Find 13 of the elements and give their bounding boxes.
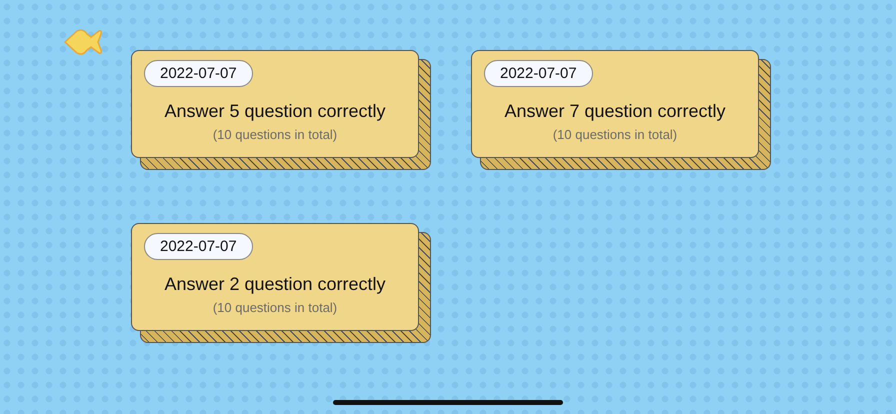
task-subtitle: (10 questions in total) [212, 127, 338, 142]
task-card[interactable]: 2022-07-07 Answer 2 question correctly (10 questions in total) [131, 223, 419, 331]
task-title: Answer 2 question correctly [164, 274, 386, 295]
task-title: Answer 5 question correctly [164, 101, 386, 122]
task-title: Answer 7 question correctly [504, 101, 726, 122]
task-card[interactable]: 2022-07-07 Answer 5 question correctly (10 questions in total) [131, 50, 419, 158]
date-tag: 2022-07-07 [144, 60, 253, 87]
task-subtitle: (10 questions in total) [212, 300, 338, 315]
task-card[interactable]: 2022-07-07 Answer 7 question correctly (10 questions in total) [471, 50, 759, 158]
back-icon[interactable] [63, 28, 103, 56]
date-tag: 2022-07-07 [484, 60, 593, 87]
task-subtitle: (10 questions in total) [552, 127, 678, 142]
date-tag: 2022-07-07 [144, 233, 253, 260]
